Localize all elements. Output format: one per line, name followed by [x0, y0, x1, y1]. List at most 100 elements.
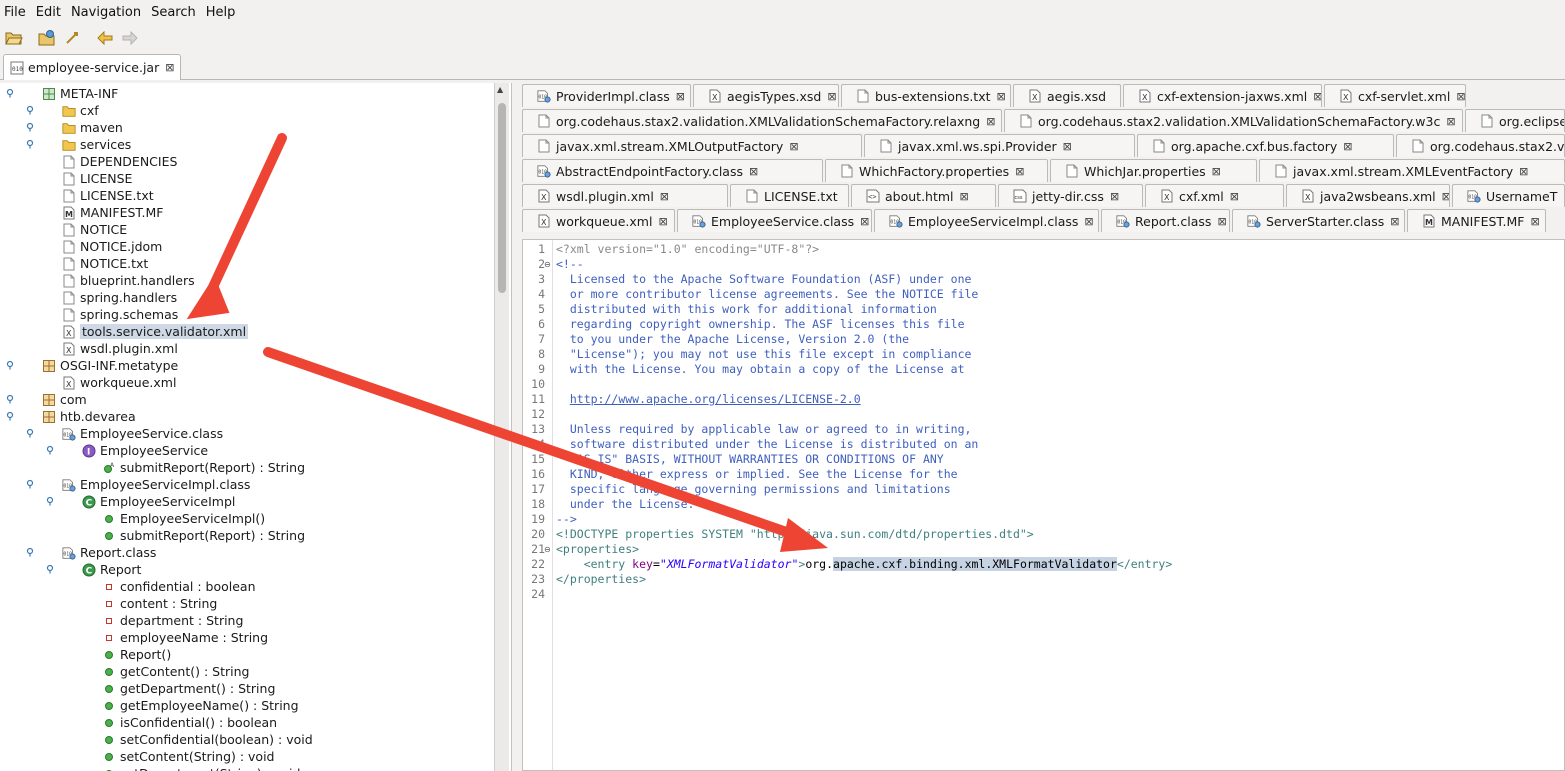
close-tab-icon[interactable]: ⊠	[1217, 215, 1226, 228]
file-tab-employee-service-jar[interactable]: 010 employee-service.jar ⊠	[3, 54, 182, 80]
close-tab-icon[interactable]: ⊠	[789, 140, 798, 153]
tree-expander-icon[interactable]	[24, 546, 36, 558]
editor-tab[interactable]: 010 EmployeeServiceImpl.class ⊠	[874, 209, 1099, 232]
tree-expander-icon[interactable]	[4, 87, 16, 99]
editor-tab[interactable]: 010 UsernameT	[1452, 184, 1565, 207]
tree-item[interactable]: setConfidential(boolean) : void	[102, 731, 313, 748]
scrollbar-thumb[interactable]	[498, 103, 506, 293]
folder-open-icon[interactable]	[3, 27, 25, 49]
close-tab-icon[interactable]: ⊠	[1063, 140, 1072, 153]
tree-item[interactable]: LICENSE	[62, 170, 132, 187]
tree-item[interactable]: Report()	[102, 646, 171, 663]
editor-tab[interactable]: WhichFactory.properties ⊠	[825, 159, 1048, 182]
close-tab-icon[interactable]: ⊠	[1531, 215, 1540, 228]
close-tab-icon[interactable]: ⊠	[1110, 190, 1119, 203]
editor-tab[interactable]: WhichJar.properties ⊠	[1050, 159, 1257, 182]
tree-item[interactable]: blueprint.handlers	[62, 272, 195, 289]
close-tab-icon[interactable]: ⊠	[676, 90, 685, 103]
editor-tab[interactable]: Xaegis.xsd	[1013, 84, 1121, 107]
tree-item[interactable]: OSGI-INF.metatype	[42, 357, 178, 374]
close-tab-icon[interactable]: ⊠	[1390, 215, 1399, 228]
editor-tab[interactable]: LICENSE.txt	[730, 184, 849, 207]
tree-expander-icon[interactable]	[4, 393, 16, 405]
tree-item[interactable]: META-INF	[42, 85, 118, 102]
tree-item[interactable]: com	[42, 391, 87, 408]
tree-item[interactable]: I EmployeeService	[82, 442, 208, 459]
editor-tab[interactable]: org.codehaus.stax2.v	[1396, 134, 1565, 157]
tree-item[interactable]: 010 Report.class	[62, 544, 156, 561]
editor-tab[interactable]: bus-extensions.txt ⊠	[841, 84, 1011, 107]
tree-item[interactable]: C EmployeeServiceImpl	[82, 493, 235, 510]
tree-item[interactable]: setDepartment(String) : void	[102, 765, 300, 771]
tree-item[interactable]: NOTICE.txt	[62, 255, 148, 272]
editor-tab[interactable]: 010 ProviderImpl.class ⊠	[522, 84, 691, 107]
editor-tab[interactable]: css jetty-dir.css ⊠	[998, 184, 1143, 207]
close-tab-icon[interactable]: ⊠	[1446, 115, 1455, 128]
jump-icon[interactable]	[61, 27, 83, 49]
editor-tab[interactable]: Xjava2wsbeans.xml ⊠	[1286, 184, 1450, 207]
close-tab-icon[interactable]: ⊠	[1212, 165, 1221, 178]
close-tab-icon[interactable]: ⊠	[1015, 165, 1024, 178]
tree-item[interactable]: C Report	[82, 561, 141, 578]
tree-item[interactable]: getEmployeeName() : String	[102, 697, 299, 714]
fold-toggle-icon[interactable]: ⊖	[544, 257, 553, 272]
code-editor[interactable]: 1 2 3 4 5 6 7 8 9 10 11 12 13 14 15 16 17 18 19 20 21 22 23 24 ⊖…	[522, 239, 1565, 771]
tree-item[interactable]: EmployeeServiceImpl()	[102, 510, 265, 527]
tree-expander-icon[interactable]	[24, 478, 36, 490]
tree-item[interactable]: spring.handlers	[62, 289, 177, 306]
scroll-up-arrow-icon[interactable]: ▲	[497, 85, 503, 94]
tree-item[interactable]: NOTICE.jdom	[62, 238, 162, 255]
close-tab-icon[interactable]: ⊠	[658, 215, 667, 228]
editor-tab[interactable]: org.codehaus.stax2.validation.XMLValidat…	[522, 109, 1002, 132]
editor-tab[interactable]: org.eclipse	[1465, 109, 1565, 132]
close-tab-icon[interactable]: ⊠	[1230, 190, 1239, 203]
tree-vertical-scrollbar[interactable]: ▲	[494, 83, 509, 771]
tree-item[interactable]: getDepartment() : String	[102, 680, 275, 697]
editor-tab[interactable]: Xcxf-extension-jaxws.xml ⊠	[1123, 84, 1322, 107]
editor-tab[interactable]: javax.xml.stream.XMLEventFactory ⊠	[1259, 159, 1565, 182]
tree-item[interactable]: isConfidential() : boolean	[102, 714, 277, 731]
tree-item[interactable]: department : String	[102, 612, 243, 629]
back-arrow-icon[interactable]	[94, 27, 116, 49]
tree-expander-icon[interactable]	[4, 359, 16, 371]
editor-tab[interactable]: javax.xml.stream.XMLOutputFactory ⊠	[522, 134, 862, 157]
tree-item[interactable]: Xtools.service.validator.xml	[62, 323, 249, 340]
editor-tab[interactable]: Xworkqueue.xml ⊠	[522, 209, 675, 232]
tree-item[interactable]: submitReport(Report) : String	[102, 527, 305, 544]
close-tab-icon[interactable]: ⊠	[997, 90, 1006, 103]
tree-item[interactable]: 010 EmployeeServiceImpl.class	[62, 476, 250, 493]
tree-item[interactable]: spring.schemas	[62, 306, 178, 323]
tree-item[interactable]: content : String	[102, 595, 217, 612]
tree-item[interactable]: NOTICE	[62, 221, 127, 238]
editor-tab[interactable]: org.codehaus.stax2.validation.XMLValidat…	[1004, 109, 1463, 132]
tree-item[interactable]: employeeName : String	[102, 629, 268, 646]
tree-item[interactable]: Xworkqueue.xml	[62, 374, 176, 391]
editor-tab[interactable]: XaegisTypes.xsd ⊠	[693, 84, 839, 107]
editor-tab[interactable]: M MANIFEST.MF ⊠	[1407, 209, 1546, 232]
editor-tab[interactable]: Xcxf-servlet.xml ⊠	[1324, 84, 1466, 107]
tree-expander-icon[interactable]	[44, 444, 56, 456]
close-tab-icon[interactable]: ⊠	[1442, 190, 1449, 203]
menu-file[interactable]: File	[4, 5, 32, 20]
editor-tab[interactable]: 010 AbstractEndpointFactory.class ⊠	[522, 159, 823, 182]
tree-expander-icon[interactable]	[44, 495, 56, 507]
menu-search[interactable]: Search	[151, 5, 202, 20]
menu-navigation[interactable]: Navigation	[71, 5, 147, 20]
editor-tab[interactable]: 010 ServerStarter.class ⊠	[1232, 209, 1405, 232]
tree-item[interactable]: AsubmitReport(Report) : String	[102, 459, 305, 476]
close-tab-icon[interactable]: ⊠	[1456, 90, 1465, 103]
tree-expander-icon[interactable]	[24, 121, 36, 133]
tree-expander-icon[interactable]	[24, 138, 36, 150]
close-tab-icon[interactable]: ⊠	[660, 190, 669, 203]
tree-item[interactable]: getContent() : String	[102, 663, 249, 680]
tree-item[interactable]: cxf	[62, 102, 99, 119]
close-tab-icon[interactable]: ⊠	[1084, 215, 1093, 228]
menu-help[interactable]: Help	[206, 5, 242, 20]
tree-expander-icon[interactable]	[24, 104, 36, 116]
tree-item[interactable]: LICENSE.txt	[62, 187, 154, 204]
close-tab-icon[interactable]: ⊠	[827, 90, 836, 103]
close-tab-icon[interactable]: ⊠	[1313, 90, 1321, 103]
tree-item[interactable]: htb.devarea	[42, 408, 136, 425]
tree-expander-icon[interactable]	[44, 563, 56, 575]
tree-item[interactable]: services	[62, 136, 131, 153]
